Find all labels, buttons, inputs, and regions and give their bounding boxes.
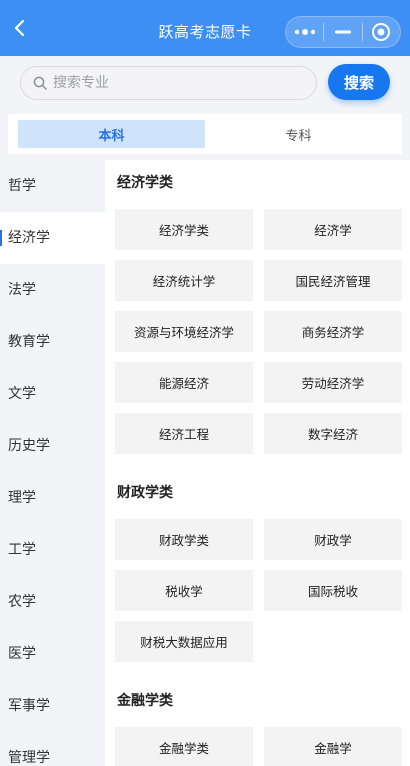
search-button[interactable]: 搜索: [328, 64, 390, 100]
search-input[interactable]: [53, 75, 283, 91]
group-title: 金融学类: [117, 693, 173, 709]
major-group: 财政学类 财政学类 财政学 税收学 国际税收 财税大数据应用: [105, 454, 410, 662]
minus-icon: [334, 30, 351, 34]
search-icon: [33, 76, 47, 90]
major-item[interactable]: 财政学: [264, 519, 402, 560]
title-bar: 跃高考志愿卡: [0, 0, 410, 56]
major-item[interactable]: 数字经济: [264, 413, 402, 454]
major-item[interactable]: 经济学: [264, 209, 402, 250]
category-sidebar: 哲学 经济学 法学 教育学 文学 历史学 理学 工学 农学 医学 军事学 管理学: [0, 160, 105, 766]
sidebar-item-history[interactable]: 历史学: [0, 420, 105, 472]
major-list: 经济学类 经济学类 经济学 经济统计学 国民经济管理 资源与环境经济学 商务经济…: [105, 160, 410, 766]
major-item[interactable]: 财政学类: [115, 519, 253, 560]
major-item[interactable]: 金融学: [264, 727, 402, 766]
sidebar-item-law[interactable]: 法学: [0, 264, 105, 316]
sidebar-item-economics[interactable]: 经济学: [0, 212, 105, 264]
major-item[interactable]: 经济学类: [115, 209, 253, 250]
close-miniprogram-button[interactable]: [363, 17, 400, 47]
major-item[interactable]: 经济工程: [115, 413, 253, 454]
major-item[interactable]: 国民经济管理: [264, 260, 402, 301]
search-field[interactable]: [20, 66, 317, 100]
major-item[interactable]: 经济统计学: [115, 260, 253, 301]
major-item[interactable]: 劳动经济学: [264, 362, 402, 403]
level-tabs: 本科 专科: [8, 114, 402, 154]
major-item[interactable]: 能源经济: [115, 362, 253, 403]
major-item[interactable]: 资源与环境经济学: [115, 311, 253, 352]
group-title: 经济学类: [117, 175, 173, 191]
sidebar-item-education[interactable]: 教育学: [0, 316, 105, 368]
target-circle-icon: [372, 23, 391, 41]
sidebar-item-management[interactable]: 管理学: [0, 732, 105, 766]
sidebar-item-engineering[interactable]: 工学: [0, 524, 105, 576]
sidebar-item-medicine[interactable]: 医学: [0, 628, 105, 680]
minimize-button[interactable]: [324, 17, 361, 47]
major-item[interactable]: 财税大数据应用: [115, 621, 253, 662]
major-item[interactable]: 商务经济学: [264, 311, 402, 352]
tab-vocational[interactable]: 专科: [205, 120, 392, 148]
more-dots-icon: [294, 29, 315, 35]
major-group: 金融学类 金融学类 金融学: [105, 662, 410, 766]
sidebar-item-literature[interactable]: 文学: [0, 368, 105, 420]
sidebar-item-science[interactable]: 理学: [0, 472, 105, 524]
group-title: 财政学类: [117, 485, 173, 501]
sidebar-item-philosophy[interactable]: 哲学: [0, 160, 105, 212]
major-group: 经济学类 经济学类 经济学 经济统计学 国民经济管理 资源与环境经济学 商务经济…: [105, 160, 410, 454]
major-item[interactable]: 金融学类: [115, 727, 253, 766]
major-item[interactable]: 税收学: [115, 570, 253, 611]
miniprogram-capsule: [285, 16, 401, 48]
more-button[interactable]: [286, 17, 323, 47]
sidebar-item-agriculture[interactable]: 农学: [0, 576, 105, 628]
major-item[interactable]: 国际税收: [264, 570, 402, 611]
search-bar: 搜索: [0, 56, 410, 110]
sidebar-item-military[interactable]: 军事学: [0, 680, 105, 732]
tab-undergraduate[interactable]: 本科: [18, 120, 205, 148]
